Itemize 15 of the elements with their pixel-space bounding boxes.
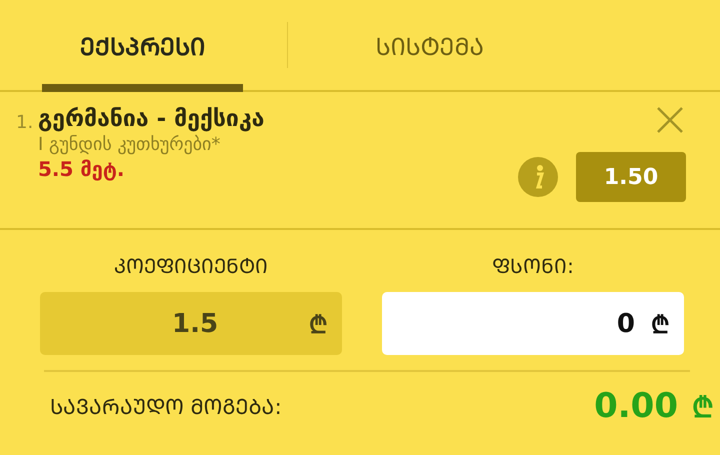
potential-win-value: 0.00 — [594, 386, 678, 426]
stake-field[interactable]: 0 ₾ — [382, 292, 684, 355]
match-title: გერმანია - მექსიკა — [38, 106, 266, 132]
bet-number: 1. — [16, 111, 34, 135]
selection-text: 5.5 მეტ. — [38, 157, 126, 181]
close-icon[interactable] — [656, 106, 684, 134]
market-name: I გუნდის კუთხურები* — [38, 134, 222, 155]
tab[interactable]: ᲡᲘᲡᲢᲔᲛᲐ — [329, 0, 530, 90]
potential-win-label: ᲡᲐᲕᲐᲠᲐᲣᲓᲝ ᲛᲝᲒᲔᲑᲐ: — [50, 394, 283, 420]
coefficient-field: 1.5 ₾ — [40, 292, 342, 355]
coefficient-label: ᲙᲝᲔᲤᲘᲪᲘᲔᲜᲢᲘ — [114, 253, 268, 278]
currency-sign: ₾ — [692, 390, 714, 425]
stake-label: ᲤᲡᲝᲜᲘ: — [492, 253, 574, 278]
tab[interactable]: ᲔᲥᲡᲞᲠᲔᲡᲘ — [42, 0, 243, 90]
info-icon[interactable] — [518, 157, 558, 197]
